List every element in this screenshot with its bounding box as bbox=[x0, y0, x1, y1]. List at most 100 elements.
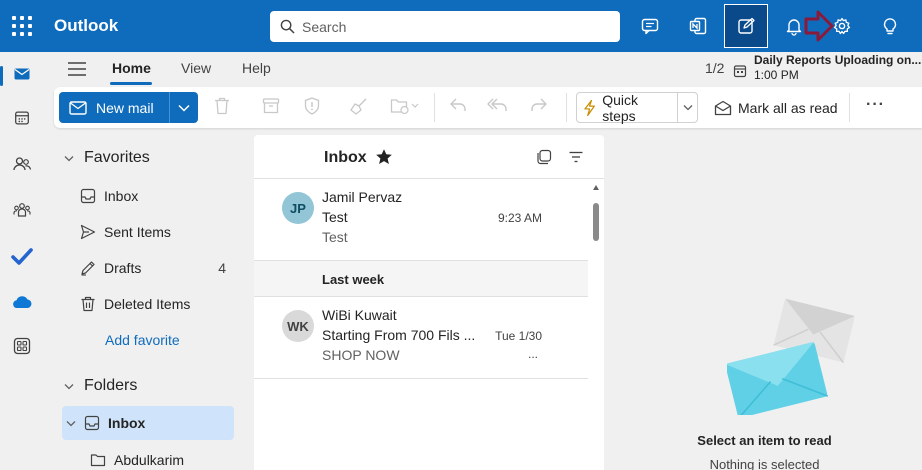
folder-pane: Favorites Inbox Sent Items Drafts 4 Dele… bbox=[50, 135, 246, 470]
trash-icon bbox=[81, 296, 95, 312]
onedrive-cloud-icon bbox=[13, 296, 32, 308]
message-preview: SHOP NOW bbox=[322, 347, 400, 363]
message-more-indicator: ... bbox=[527, 347, 538, 361]
calendar-small-icon bbox=[733, 65, 747, 78]
lightbulb-icon bbox=[883, 18, 897, 35]
folder-label: Abdulkarim bbox=[114, 452, 185, 468]
lightning-icon bbox=[584, 99, 595, 116]
archive-icon[interactable] bbox=[262, 97, 280, 115]
inbox-icon bbox=[84, 415, 100, 431]
mark-all-read-button[interactable]: Mark all as read bbox=[714, 92, 838, 123]
chevron-down-icon bbox=[66, 420, 76, 426]
quick-steps-dropdown[interactable] bbox=[678, 104, 697, 111]
reply-all-icon[interactable] bbox=[487, 97, 509, 113]
rail-more-apps[interactable] bbox=[0, 326, 44, 366]
quick-steps-button[interactable]: Quick steps bbox=[576, 91, 698, 124]
new-mail-dropdown[interactable] bbox=[170, 92, 198, 123]
favorite-drafts[interactable]: Drafts 4 bbox=[62, 251, 234, 285]
tab-active-underline bbox=[110, 82, 152, 85]
favorite-deleted-items[interactable]: Deleted Items bbox=[62, 287, 234, 321]
notification-pager[interactable]: 1/2 bbox=[705, 60, 724, 76]
folder-label: Drafts bbox=[104, 260, 142, 276]
group-header[interactable]: Last week bbox=[254, 261, 588, 297]
top-bar: Outlook bbox=[0, 0, 922, 52]
app-launcher-icon[interactable] bbox=[12, 16, 32, 36]
calendar-icon bbox=[15, 111, 29, 125]
ribbon-separator bbox=[849, 93, 850, 122]
notes-button[interactable] bbox=[724, 4, 768, 48]
chevron-down-icon bbox=[64, 383, 74, 389]
tab-home[interactable]: Home bbox=[112, 60, 151, 76]
forward-icon[interactable] bbox=[530, 97, 548, 113]
groups-icon bbox=[13, 203, 31, 217]
reply-icon[interactable] bbox=[449, 97, 467, 113]
onenote-button[interactable] bbox=[676, 4, 720, 48]
filter-icon[interactable] bbox=[568, 149, 584, 165]
select-mode-icon[interactable] bbox=[536, 149, 552, 165]
more-options-button[interactable]: ··· bbox=[866, 96, 885, 114]
search-box[interactable] bbox=[270, 11, 620, 42]
folder-icon bbox=[90, 454, 106, 467]
folder-label: Deleted Items bbox=[104, 296, 191, 312]
tab-view[interactable]: View bbox=[181, 60, 211, 76]
hamburger-menu-icon[interactable] bbox=[67, 61, 87, 77]
rail-people[interactable] bbox=[0, 144, 44, 184]
folder-inbox[interactable]: Inbox bbox=[62, 406, 234, 440]
rail-calendar[interactable] bbox=[0, 98, 44, 138]
reading-pane: Select an item to read Nothing is select… bbox=[607, 135, 922, 470]
report-shield-icon[interactable] bbox=[304, 97, 320, 115]
message-item[interactable]: JP Jamil Pervaz Test Test 9:23 AM bbox=[254, 179, 588, 261]
new-mail-split-button: New mail bbox=[59, 92, 198, 123]
new-mail-label: New mail bbox=[96, 99, 154, 116]
move-to-folder-icon[interactable] bbox=[390, 97, 420, 115]
message-time: 9:23 AM bbox=[497, 211, 542, 225]
tips-button[interactable] bbox=[868, 4, 912, 48]
favorite-inbox[interactable]: Inbox bbox=[62, 179, 234, 213]
message-list-scrollbar[interactable] bbox=[588, 179, 604, 470]
message-item[interactable]: WK WiBi Kuwait Starting From 700 Fils ..… bbox=[254, 297, 588, 379]
sweep-broom-icon[interactable] bbox=[350, 97, 368, 115]
pencil-icon bbox=[81, 261, 95, 276]
chevron-down-icon bbox=[64, 155, 74, 161]
add-favorite-link[interactable]: Add favorite bbox=[105, 332, 180, 348]
new-mail-button[interactable]: New mail bbox=[59, 92, 169, 123]
quick-steps-main[interactable]: Quick steps bbox=[577, 91, 671, 124]
app-title[interactable]: Outlook bbox=[54, 16, 118, 36]
gear-icon bbox=[833, 17, 851, 35]
folder-abdulkarim[interactable]: Abdulkarim bbox=[62, 443, 234, 470]
bell-icon bbox=[786, 19, 802, 36]
scroll-up-arrow-icon[interactable] bbox=[593, 185, 599, 190]
rail-onedrive[interactable] bbox=[0, 282, 44, 322]
send-icon bbox=[80, 224, 96, 240]
ribbon-toolbar: New mail Quick steps Mark all as read ··… bbox=[54, 87, 922, 128]
drafts-count-badge: 4 bbox=[218, 260, 226, 276]
message-list: Inbox JP Jamil Pervaz Test Test 9:23 AM … bbox=[254, 135, 604, 470]
chat-button[interactable] bbox=[628, 4, 672, 48]
tab-help[interactable]: Help bbox=[242, 60, 271, 76]
reminder-title: Daily Reports Uploading on... bbox=[754, 53, 922, 67]
group-label: Last week bbox=[322, 272, 385, 287]
star-favorite-icon[interactable] bbox=[375, 148, 393, 166]
search-icon bbox=[280, 19, 295, 34]
rail-groups[interactable] bbox=[0, 190, 44, 230]
search-input[interactable] bbox=[302, 11, 602, 42]
folder-label: Sent Items bbox=[104, 224, 171, 240]
onenote-icon bbox=[689, 17, 707, 35]
folder-label: Inbox bbox=[108, 415, 146, 431]
favorite-sent-items[interactable]: Sent Items bbox=[62, 215, 234, 249]
ribbon-tabs: Home View Help bbox=[0, 52, 700, 86]
folders-header[interactable]: Folders bbox=[64, 375, 137, 397]
scrollbar-thumb[interactable] bbox=[593, 203, 599, 241]
chat-icon bbox=[641, 18, 659, 35]
rail-todo[interactable] bbox=[0, 236, 44, 276]
avatar: JP bbox=[282, 192, 314, 224]
chevron-down-icon bbox=[683, 105, 692, 111]
folders-label: Folders bbox=[84, 377, 138, 394]
message-sender: Jamil Pervaz bbox=[322, 189, 403, 205]
favorites-header[interactable]: Favorites bbox=[64, 147, 150, 169]
inbox-icon bbox=[80, 188, 96, 204]
quick-steps-label: Quick steps bbox=[602, 91, 638, 124]
favorites-label: Favorites bbox=[84, 149, 150, 166]
delete-icon[interactable] bbox=[214, 97, 230, 115]
reminder-notification[interactable]: Daily Reports Uploading on... 1:00 PM bbox=[754, 53, 921, 83]
